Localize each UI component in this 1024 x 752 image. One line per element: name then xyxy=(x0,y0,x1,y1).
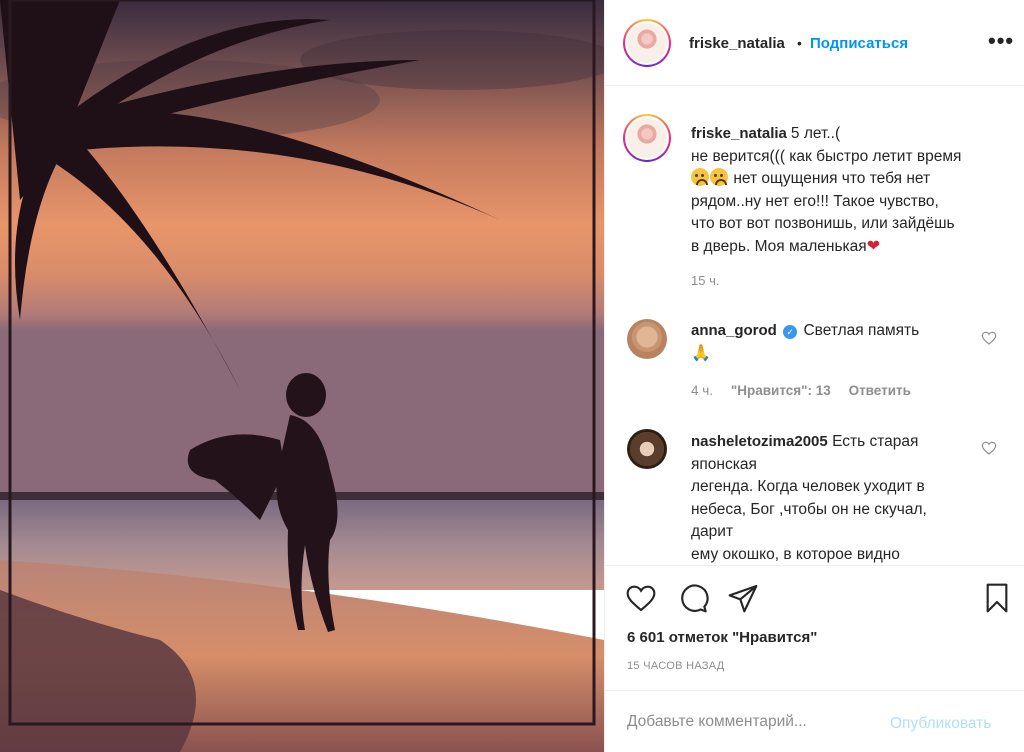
add-comment-bar: Опубликовать xyxy=(605,690,1024,752)
comment-text: Светлая память xyxy=(803,322,920,339)
post-photo[interactable] xyxy=(0,0,604,752)
author-avatar[interactable] xyxy=(623,19,671,67)
praying-hands-emoji-icon: 🙏 xyxy=(691,344,711,362)
comment-username[interactable]: nasheletozima2005 xyxy=(691,433,828,450)
comment-bubble-icon[interactable] xyxy=(677,582,709,614)
heart-emoji-icon: ❤ xyxy=(866,237,881,255)
post-header: friske_natalia • Подписаться ••• xyxy=(605,0,1024,86)
separator-dot: • xyxy=(797,35,802,51)
publish-button[interactable]: Опубликовать xyxy=(890,715,991,733)
commenter-avatar[interactable] xyxy=(627,319,667,359)
sunset-beach-image xyxy=(0,0,604,752)
verified-badge-icon: ✓ xyxy=(783,325,798,339)
save-bookmark-icon[interactable] xyxy=(981,582,1013,614)
caption-line: 5 лет..( xyxy=(790,125,841,142)
sad-face-emoji-icon xyxy=(691,168,709,186)
commenter-avatar[interactable] xyxy=(627,429,667,469)
caption-timestamp[interactable]: 15 ч. xyxy=(691,273,719,288)
comment-text: ему окошко, в которое видно xyxy=(691,545,900,563)
post-side-panel: friske_natalia • Подписаться ••• friske_… xyxy=(604,0,1024,752)
comment: anna_gorod ✓ Светлая память 🙏 xyxy=(691,320,973,365)
caption-username[interactable]: friske_natalia xyxy=(691,125,787,142)
likes-count[interactable]: 6 601 отметок "Нравится" xyxy=(627,629,817,646)
share-direct-icon[interactable] xyxy=(727,582,759,614)
author-username[interactable]: friske_natalia xyxy=(689,35,785,52)
comment-text: легенда. Когда человек уходит в xyxy=(691,478,925,495)
comment-text: японская xyxy=(691,455,757,473)
caption-line: в дверь. Моя маленькая xyxy=(691,237,867,255)
comment-input[interactable] xyxy=(627,713,877,731)
comment-like-heart-icon[interactable] xyxy=(981,330,997,346)
comment-username[interactable]: anna_gorod xyxy=(691,322,777,339)
like-heart-icon[interactable] xyxy=(625,582,657,614)
comment-meta: 4 ч. "Нравится": 13 Ответить xyxy=(691,383,925,398)
post-caption: friske_natalia 5 лет..( не верится((( как… xyxy=(691,123,1001,258)
caption-line: рядом..ну нет его!!! Такое чувство, xyxy=(691,192,939,210)
comments-list[interactable]: friske_natalia 5 лет..( не верится((( как… xyxy=(605,87,1024,565)
post-actions: 6 601 отметок "Нравится" 15 ЧАСОВ НАЗАД xyxy=(605,565,1024,690)
comment: nasheletozima2005 Есть старая японская л… xyxy=(691,431,973,565)
comment-text: Есть старая xyxy=(832,433,919,450)
comment-likes-count[interactable]: "Нравится": 13 xyxy=(731,383,831,398)
follow-button[interactable]: Подписаться xyxy=(810,35,908,52)
caption-line: не верится((( как быстро летит время xyxy=(691,147,962,165)
comment-like-heart-icon[interactable] xyxy=(981,440,997,456)
comment-text: дарит xyxy=(691,523,734,540)
sad-face-emoji-icon xyxy=(710,168,728,186)
caption-line: что вот вот позвонишь, или зайдёшь xyxy=(691,215,955,232)
post-timestamp[interactable]: 15 ЧАСОВ НАЗАД xyxy=(627,660,725,672)
caption-author-avatar[interactable] xyxy=(623,114,671,162)
more-options-icon[interactable]: ••• xyxy=(988,28,1014,54)
reply-button[interactable]: Ответить xyxy=(849,383,911,398)
comment-timestamp[interactable]: 4 ч. xyxy=(691,383,713,398)
comment-text: небеса, Бог ,чтобы он не скучал, xyxy=(691,500,927,518)
caption-line: нет ощущения что тебя нет xyxy=(733,170,931,187)
